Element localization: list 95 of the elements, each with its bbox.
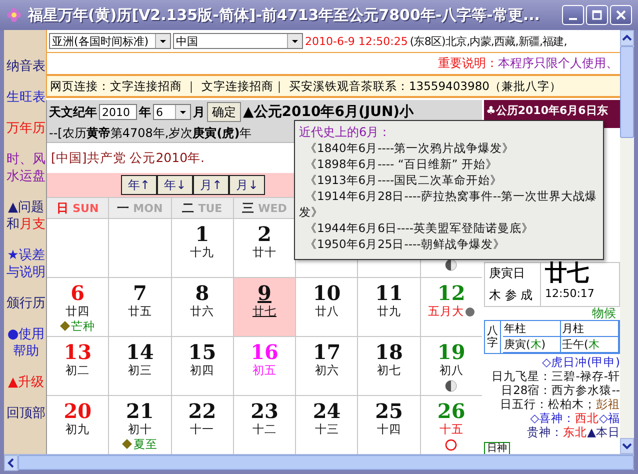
bazi-label: 八字 [485, 321, 501, 353]
region-dropdown[interactable]: 亚洲(各国时间标准) [49, 33, 171, 49]
day-cell[interactable]: 1 十九 [172, 219, 233, 277]
day-cell[interactable]: 24 十三 [296, 396, 358, 454]
bazi-header: 年柱 [503, 321, 561, 337]
nav-button[interactable]: 年↓ [157, 175, 194, 195]
day-cell[interactable]: 2 廿十 [234, 219, 296, 277]
month-dropdown[interactable]: 6 [153, 104, 191, 120]
confirm-button[interactable]: 确定 [207, 102, 241, 122]
almanac-line: 日28宿：西方参水猿-- [501, 383, 620, 397]
window-title: 福星万年(黄)历[V2.135版-简体]-前4713年至公元7800年-八字等-常更... [28, 6, 541, 24]
party-note: [中国]共产党 公元2010年. [51, 150, 205, 166]
clock-time: 12:50:17 [544, 286, 596, 302]
weekday-header: 三 WED [234, 198, 296, 218]
day-cell[interactable]: 21 初十 夏至 [109, 396, 171, 454]
year-unit: 年 [139, 104, 151, 120]
minimize-button[interactable] [562, 5, 584, 25]
history-event: 《1944年6月6日----英美盟军登陆诺曼底》 [304, 220, 534, 236]
sidebar-link[interactable]: ●使用帮助 [6, 326, 46, 360]
bazi-header: 月柱 [561, 321, 619, 337]
notice-label: 重要说明： [438, 55, 498, 72]
almanac-line: 贵神：东北▲本日 [527, 425, 620, 439]
sidebar-link[interactable]: ▲问题和月支 [6, 199, 46, 233]
history-event: 《1913年6月----国民二次革命开始》 [304, 172, 504, 188]
day-cell[interactable]: 15 初四 [172, 337, 233, 395]
country-dropdown[interactable]: 中国 [173, 33, 303, 49]
history-event: 《1950年6月25日----朝鲜战争爆发》 [304, 236, 506, 252]
flower-icon [6, 7, 22, 23]
month-unit: 月 [193, 104, 205, 120]
weekday-header: 二 TUE [172, 198, 233, 218]
scroll-left-button[interactable] [4, 455, 18, 471]
diamond-icon [60, 321, 70, 331]
almanac-line: ◇虎日冲(甲申) [542, 355, 620, 369]
scroll-down-button[interactable] [620, 438, 634, 454]
lunar-day: 廿七 [541, 263, 619, 285]
nav-button[interactable]: 年↑ [121, 175, 158, 195]
tooltip-title: 近代史上的6月： [299, 124, 392, 140]
sidebar-link[interactable]: 纳音表 [6, 58, 46, 75]
nav-button[interactable]: 月↓ [229, 175, 266, 195]
sidebar-link[interactable]: ★误差与说明 [6, 247, 46, 281]
day-cell[interactable]: 26 十五 [420, 396, 482, 454]
time-zone-text: (东8区)北京,内蒙,西藏,新疆,福建, [410, 34, 567, 48]
current-datetime: 2010-6-9 12:50:25 [305, 34, 408, 48]
chevron-down-icon [622, 441, 632, 451]
day-cell[interactable]: 20 初九 [47, 396, 108, 454]
month-heading: ▲公元2010年6月(JUN)小 [243, 103, 414, 121]
day-cell[interactable]: 12 五月大 [420, 278, 482, 336]
ganzhi-day: 庚寅日 [485, 263, 541, 285]
day-cell[interactable]: 8 廿六 [172, 278, 233, 336]
day-cell[interactable]: 6 廿四 芒种 [47, 278, 108, 336]
almanac-line: 日五行：松柏木；彭祖 [500, 397, 620, 411]
vertical-scrollbar[interactable] [620, 30, 634, 454]
chevron-left-icon [6, 458, 16, 468]
day-cell[interactable]: 23 十二 [234, 396, 296, 454]
day-cell[interactable]: 9 廿七 [234, 278, 296, 336]
day-cell[interactable]: 22 十一 [172, 396, 233, 454]
phenology-label: 物候 [592, 306, 616, 320]
sidebar-link[interactable]: 回顶部 [6, 405, 46, 422]
day-cell[interactable]: 17 初六 [296, 337, 358, 395]
day-cell[interactable]: 14 初三 [109, 337, 171, 395]
bazi-value: 庚寅(木) [503, 337, 561, 353]
scrollbar-thumb[interactable] [620, 46, 634, 138]
year-label: 天文纪年 [49, 104, 97, 120]
day-cell[interactable]: 11 廿九 [358, 278, 420, 336]
maximize-icon [591, 9, 603, 21]
nav-button[interactable]: 月↑ [193, 175, 230, 195]
day-cell[interactable]: 10 廿八 [296, 278, 358, 336]
day-cell[interactable]: 19 初八 [420, 337, 482, 395]
links-text: 网页连接：文字连接招商 ｜ 文字连接招商｜ 买安溪铁观音茶联系：13559403980（兼批八字） [50, 78, 562, 94]
weekday-header: 一 MON [109, 198, 171, 218]
bazi-value: 壬午(木 [561, 337, 619, 353]
notice-text: 本程序只限个人使用、 [498, 55, 618, 72]
diamond-icon [122, 439, 132, 449]
close-button[interactable] [610, 5, 632, 25]
close-icon [615, 9, 627, 21]
chevron-up-icon [622, 33, 632, 43]
mansion-text: 木 参 成 [485, 285, 541, 306]
day-cell[interactable]: 25 十四 [358, 396, 420, 454]
scroll-up-button[interactable] [620, 30, 634, 46]
year-input[interactable]: 2010 [99, 104, 137, 120]
day-cell[interactable]: 13 初二 [47, 337, 108, 395]
history-event: 《1914年6月28日----萨拉热窝事件--第一次世界大战爆发》 [299, 188, 598, 220]
almanac-line: 日九飞星：三碧-禄存-轩 [492, 369, 620, 383]
history-event: 《1840年6月----第一次鸦片战争爆发》 [304, 140, 516, 156]
sidebar-link[interactable]: 颁行历 [6, 295, 46, 312]
almanac-line: ◇喜神：西北◇福 [530, 411, 620, 425]
lunar-year-text: --[农历黄帝第4708年,岁次庚寅(虎)年 [49, 126, 252, 140]
maximize-button[interactable] [586, 5, 608, 25]
minimize-icon [569, 18, 577, 20]
sidebar-link[interactable]: 时、风水运盘 [6, 151, 46, 185]
day-cell[interactable]: 7 廿五 [109, 278, 171, 336]
day-cell[interactable]: 18 初七 [358, 337, 420, 395]
history-event: 《1898年6月---- “百日维新” 开始》 [304, 156, 498, 172]
weekday-header: 日 SUN [47, 198, 108, 218]
sidebar-link[interactable]: 生旺表 [6, 89, 46, 106]
